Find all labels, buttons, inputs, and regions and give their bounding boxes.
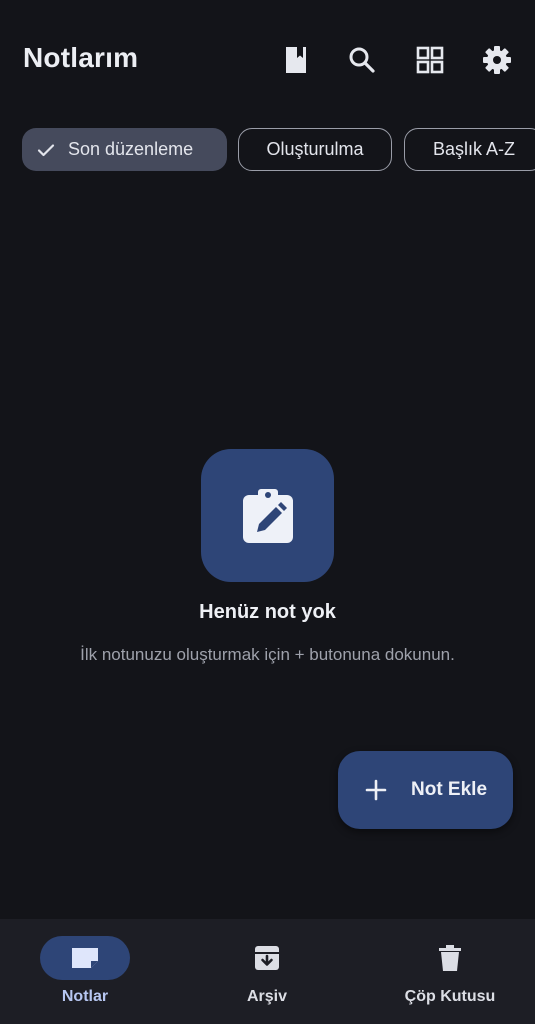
empty-state-subtitle: İlk notunuzu oluşturmak için + butonuna …: [80, 645, 455, 664]
search-icon: [349, 47, 375, 73]
empty-state-title: Henüz not yok: [199, 601, 336, 623]
bookmark-icon: [286, 47, 306, 73]
page-title: Notlarım: [23, 42, 139, 73]
add-note-button[interactable]: Not Ekle: [338, 751, 513, 829]
add-note-label: Not Ekle: [411, 779, 488, 800]
nav-indicator: [405, 936, 495, 980]
nav-item-archive[interactable]: Arşiv: [222, 919, 312, 1024]
sort-chip-row: Son düzenleme Oluşturulma Başlık A-Z: [22, 128, 535, 173]
nav-indicator: [222, 936, 312, 980]
check-icon: [36, 140, 56, 160]
clipboard-edit-icon: [242, 488, 293, 543]
grid-view-button[interactable]: [406, 36, 454, 84]
empty-state-icon-box: [201, 449, 334, 582]
sort-chip-created[interactable]: Oluşturulma: [238, 128, 392, 171]
nav-label-archive: Arşiv: [246, 988, 288, 1005]
archive-icon: [255, 946, 279, 970]
settings-gear-icon: [483, 46, 511, 74]
nav-item-trash[interactable]: Çöp Kutusu: [394, 919, 506, 1024]
note-icon: [72, 948, 98, 968]
bookmark-button[interactable]: [272, 36, 320, 84]
trash-icon: [439, 945, 461, 971]
top-app-bar: Notlarım: [0, 0, 535, 120]
nav-label-trash: Çöp Kutusu: [404, 988, 496, 1005]
grid-view-icon: [416, 46, 444, 74]
search-button[interactable]: [338, 36, 386, 84]
chip-label: Oluşturulma: [266, 139, 364, 159]
chip-label: Başlık A-Z: [432, 139, 516, 159]
sort-chip-title-az[interactable]: Başlık A-Z: [404, 128, 535, 171]
nav-label-notes: Notlar: [61, 988, 109, 1005]
sort-chip-last-edited[interactable]: Son düzenleme: [22, 128, 227, 171]
nav-indicator: [40, 936, 130, 980]
bottom-navigation: Notlar Arşiv Çöp Kutusu: [0, 919, 535, 1024]
settings-button[interactable]: [473, 36, 521, 84]
app-screen: Notlarım Son düzenleme Oluşturulma Başlı…: [0, 0, 535, 1024]
chip-label: Son düzenleme: [68, 139, 194, 159]
nav-item-notes[interactable]: Notlar: [40, 919, 130, 1024]
plus-icon: [364, 778, 388, 802]
